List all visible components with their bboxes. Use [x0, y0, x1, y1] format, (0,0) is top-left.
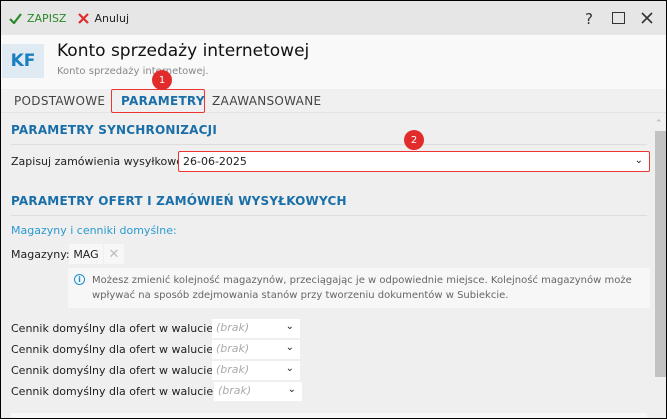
chevron-down-icon: ⌄ [287, 384, 296, 395]
step-marker-2: 2 [404, 130, 424, 150]
scrollbar[interactable]: ⌃ [654, 119, 666, 418]
chevron-down-icon: ⌄ [634, 155, 643, 166]
divider [11, 215, 647, 216]
page-subtitle: Konto sprzedaży internetowej. [57, 66, 209, 77]
select-value: (brak) [216, 363, 250, 376]
check-icon [9, 12, 22, 24]
info-text: Możesz zmienić kolejność magazynów, prze… [92, 275, 632, 301]
scrollbar-thumb[interactable] [655, 131, 666, 377]
highlight-box-tab [111, 89, 205, 113]
page-title: Konto sprzedaży internetowej [57, 41, 310, 61]
select-value: (brak) [218, 384, 252, 397]
select-value: (brak) [216, 321, 250, 334]
date-label: Zapisuj zamówienia wysyłkowe od: [11, 155, 204, 168]
close-icon [78, 12, 90, 24]
chevron-down-icon: ⌄ [285, 342, 294, 353]
warehouses-label: Magazyny: [11, 248, 70, 261]
pricelist-label-pln: Cennik domyślny dla ofert w walucie PLN: [11, 322, 242, 335]
step-marker-1: 1 [152, 70, 172, 90]
pricelist-select-huf[interactable]: (brak) ⌄ [214, 382, 302, 401]
save-button[interactable]: ZAPISZ [9, 12, 66, 25]
section-title-offers: PARAMETRY OFERT I ZAMÓWIEŃ WYSYŁKOWYCH [11, 194, 347, 208]
tab-zaawansowane[interactable]: ZAAWANSOWANE [212, 94, 321, 108]
maximize-button[interactable] [612, 12, 625, 24]
save-label: ZAPISZ [27, 11, 67, 25]
pricelist-select-eur[interactable]: (brak) ⌄ [212, 361, 300, 380]
subsection-title: Magazyny i cenniki domyślne: [11, 224, 177, 237]
select-value: (brak) [216, 342, 250, 355]
tab-podstawowe[interactable]: PODSTAWOWE [14, 94, 105, 108]
entity-badge: KF [2, 44, 44, 78]
info-box: i Możesz zmienić kolejność magazynów, pr… [68, 268, 650, 308]
pricelist-label-huf: Cennik domyślny dla ofert w walucie HUF: [11, 385, 243, 398]
divider [11, 144, 647, 145]
dialog-window: ZAPISZ Anuluj ? KF Konto sprzedaży inter… [1, 1, 666, 418]
chevron-down-icon: ⌄ [285, 363, 294, 374]
cancel-label: Anuluj [94, 11, 130, 25]
date-value: 26-06-2025 [183, 155, 247, 168]
info-icon: i [74, 274, 85, 285]
help-button[interactable]: ? [585, 10, 593, 28]
remove-warehouse-icon[interactable]: ✕ [104, 244, 124, 264]
pricelist-select-czk[interactable]: (brak) ⌄ [212, 340, 300, 359]
pricelist-label-czk: Cennik domyślny dla ofert w walucie CZK: [11, 343, 243, 356]
warehouse-chip[interactable]: MAG [69, 244, 103, 264]
toolbar: ZAPISZ Anuluj ? [1, 1, 666, 35]
cancel-button[interactable]: Anuluj [78, 12, 129, 25]
date-dropdown[interactable]: 26-06-2025 ⌄ [178, 151, 650, 172]
pricelist-label-eur: Cennik domyślny dla ofert w walucie EUR: [11, 364, 243, 377]
pricelist-select-pln[interactable]: (brak) ⌄ [212, 319, 300, 338]
chevron-down-icon: ⌄ [285, 321, 294, 332]
window-close-button[interactable] [641, 12, 653, 24]
scroll-up-icon[interactable]: ⌃ [655, 119, 663, 129]
header: KF Konto sprzedaży internetowej Konto sp… [1, 35, 666, 89]
bottom-panel [11, 413, 647, 418]
section-title-sync: PARAMETRY SYNCHRONIZACJI [11, 123, 217, 137]
tab-bar: PODSTAWOWE PARAMETRY ZAAWANSOWANE [1, 89, 666, 113]
